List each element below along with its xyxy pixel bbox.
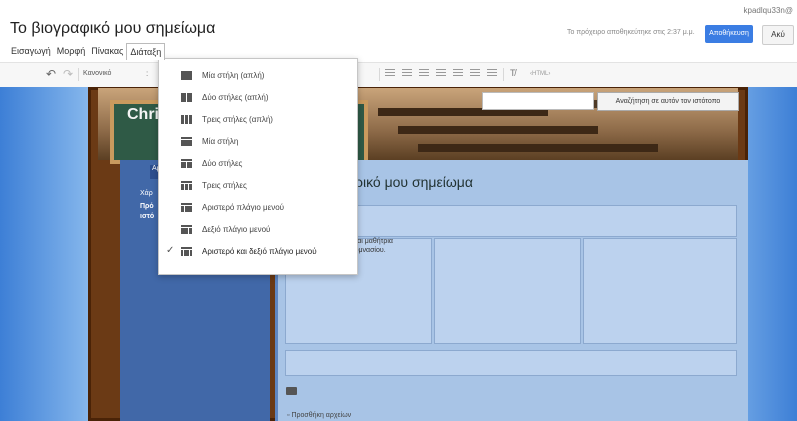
bulleted-list-icon[interactable] <box>402 69 412 79</box>
content-column-right[interactable] <box>583 238 737 344</box>
layout-option-two-columns[interactable]: Δύο στήλες <box>159 153 357 175</box>
menu-format[interactable]: Μορφή <box>54 43 88 60</box>
layout-option-right-sidebar[interactable]: Δεξιό πλάγιο μενού <box>159 219 357 241</box>
right-sidebar-icon <box>181 225 192 234</box>
layout-option-three-columns[interactable]: Τρεις στήλες <box>159 175 357 197</box>
increase-indent-icon[interactable] <box>436 69 446 79</box>
html-button[interactable]: ‹HTML› <box>530 71 550 77</box>
align-right-icon[interactable] <box>487 69 497 79</box>
undo-icon[interactable]: ↶ <box>46 67 56 81</box>
sidebar-label-4[interactable]: Πρό <box>140 203 154 210</box>
menu-bar: Εισαγωγή Μορφή Πίνακας Διάταξη <box>8 43 166 60</box>
numbered-list-icon[interactable] <box>385 69 395 79</box>
site-page-heading[interactable]: ρικό μου σημείωμα <box>355 174 473 190</box>
decrease-indent-icon[interactable] <box>419 69 429 79</box>
save-status: Το πρόχειρο αποθηκεύτηκε στις 2:37 μ.μ. <box>567 29 695 36</box>
layout-option-left-sidebar[interactable]: Αριστερό πλάγιο μενού <box>159 197 357 219</box>
layout-option-one-column[interactable]: Μία στήλη <box>159 131 357 153</box>
content-box-bottom[interactable] <box>285 350 737 376</box>
editor-toolbar: ↶ ↷ Κανονικό : T̸ ‹HTML› <box>0 62 797 88</box>
style-dropdown-icon[interactable]: : <box>146 69 148 78</box>
two-columns-simple-icon <box>181 93 192 102</box>
sidebar-label-3[interactable]: Χάρ <box>140 190 153 197</box>
add-files-label: Προσθήκη αρχείων <box>291 412 352 419</box>
sidebar-label-5[interactable]: ιστό <box>140 213 154 220</box>
align-center-icon[interactable] <box>470 69 480 79</box>
menu-table[interactable]: Πίνακας <box>88 43 126 60</box>
save-button[interactable]: Αποθήκευση <box>705 25 753 43</box>
clear-formatting-icon[interactable]: T̸ <box>510 68 516 78</box>
layout-dropdown-menu: Μία στήλη (απλή) Δύο στήλες (απλή) Τρεις… <box>158 58 358 275</box>
align-left-icon[interactable] <box>453 69 463 79</box>
folder-icon <box>286 387 297 395</box>
add-files-link[interactable]: ▫ Προσθήκη αρχείων <box>287 412 351 419</box>
site-header-text: Chri <box>127 106 159 123</box>
three-columns-icon <box>181 181 192 190</box>
menu-layout[interactable]: Διάταξη <box>126 43 166 60</box>
one-column-icon <box>181 137 192 146</box>
two-columns-icon <box>181 159 192 168</box>
layout-option-one-column-simple[interactable]: Μία στήλη (απλή) <box>159 65 357 87</box>
redo-icon[interactable]: ↷ <box>63 67 73 81</box>
cancel-button[interactable]: Ακύ <box>762 25 794 45</box>
one-column-simple-icon <box>181 71 192 80</box>
three-columns-simple-icon <box>181 115 192 124</box>
both-sidebars-icon <box>181 247 192 256</box>
layout-option-three-columns-simple[interactable]: Τρεις στήλες (απλή) <box>159 109 357 131</box>
attachment-icon: ▫ <box>287 412 290 419</box>
page-title[interactable]: Το βιογραφικό μου σημείωμα <box>10 20 215 38</box>
site-search-button[interactable]: Αναζήτηση σε αυτόν τον ιστότοπο <box>597 92 739 111</box>
left-sidebar-icon <box>181 203 192 212</box>
account-email[interactable]: kpadlqu33n@ <box>744 6 794 15</box>
menu-insert[interactable]: Εισαγωγή <box>8 43 54 60</box>
site-search-input[interactable] <box>482 92 594 110</box>
content-column-middle[interactable] <box>434 238 581 344</box>
layout-option-two-columns-simple[interactable]: Δύο στήλες (απλή) <box>159 87 357 109</box>
layout-option-both-sidebars[interactable]: ✓ Αριστερό και δεξιό πλάγιο μενού <box>159 241 357 263</box>
check-icon: ✓ <box>166 245 175 256</box>
style-select[interactable]: Κανονικό <box>83 70 111 77</box>
